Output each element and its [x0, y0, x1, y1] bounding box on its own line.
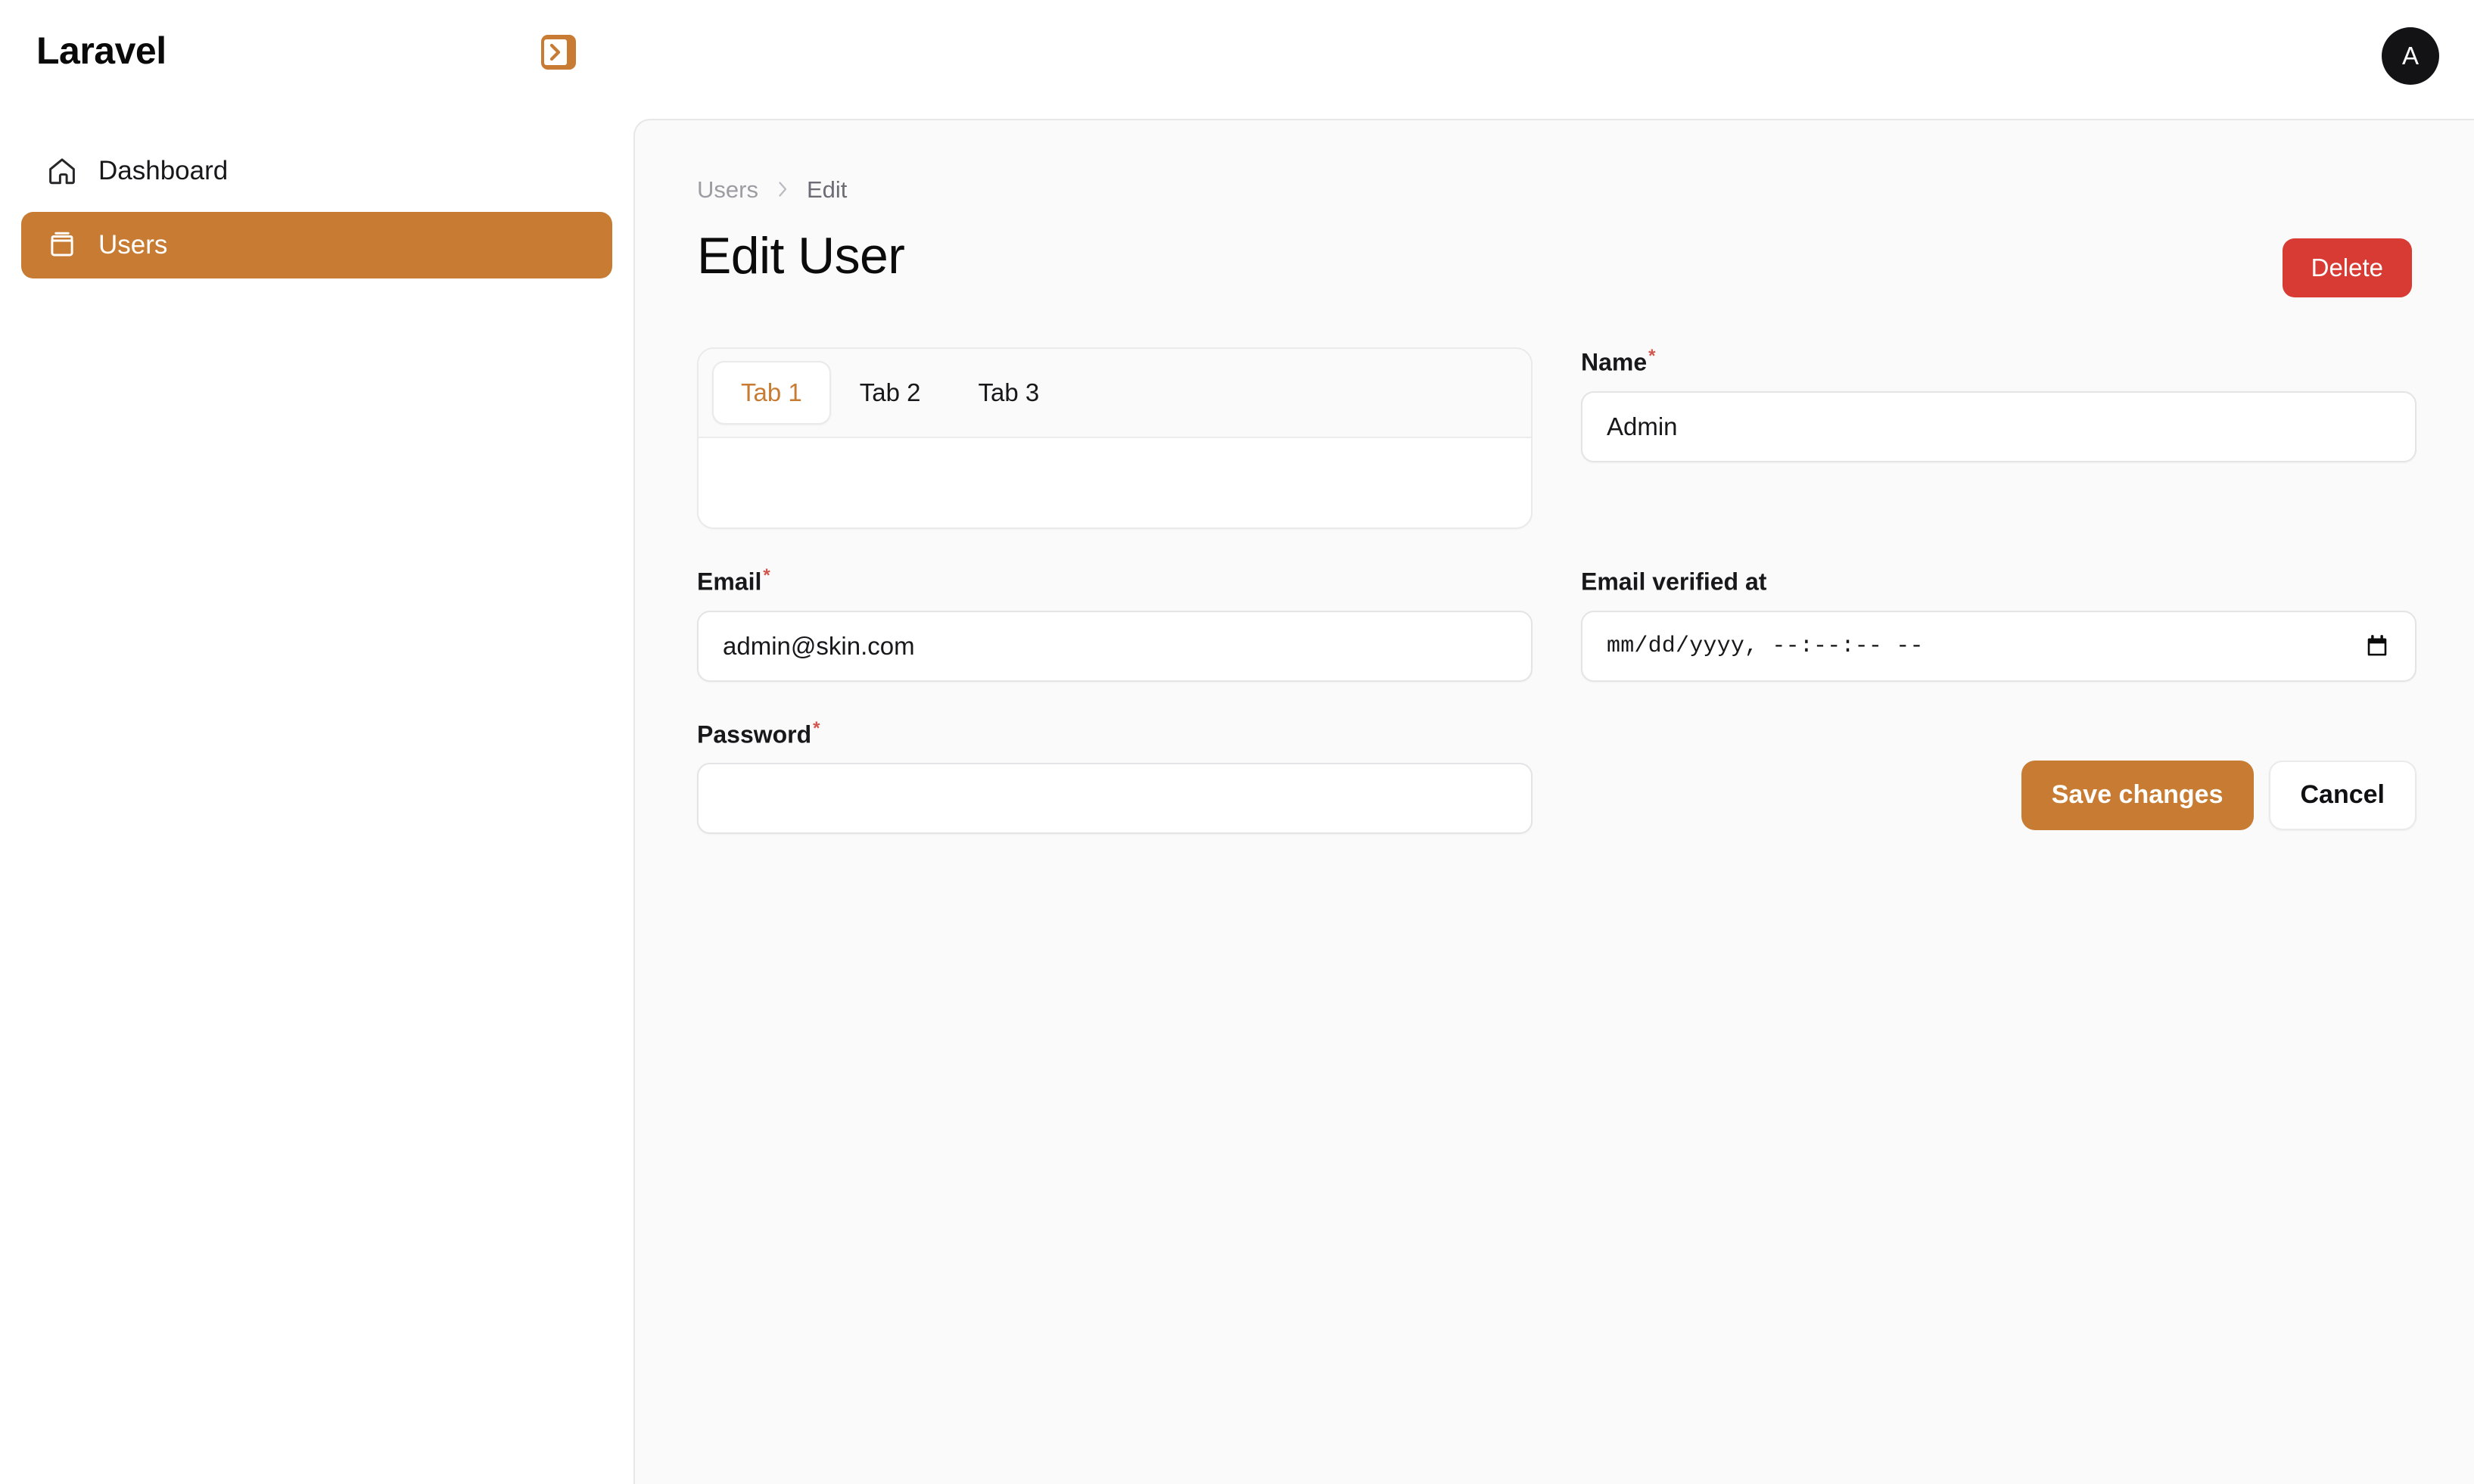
calendar-icon[interactable]: [2365, 633, 2389, 659]
tab-panel-content: [699, 438, 1531, 527]
avatar-initial: A: [2401, 42, 2419, 70]
breadcrumb-current: Edit: [806, 176, 848, 203]
password-field-group: Password*: [697, 717, 1533, 835]
breadcrumb-users-link[interactable]: Users: [697, 178, 758, 201]
chevron-right-icon: [775, 179, 790, 199]
archive-box-icon: [45, 229, 79, 262]
save-changes-button[interactable]: Save changes: [2021, 760, 2254, 830]
required-asterisk: *: [763, 565, 770, 586]
name-input[interactable]: [1581, 390, 2416, 462]
home-icon: [45, 154, 79, 188]
top-bar: Laravel A: [0, 0, 2474, 119]
email-field-group: Email*: [697, 567, 1533, 682]
email-verified-at-label-text: Email verified at: [1581, 568, 1767, 596]
chevron-right-panel-icon: [544, 39, 567, 65]
email-label-text: Email: [697, 568, 762, 596]
sidebar-item-dashboard[interactable]: Dashboard: [21, 138, 612, 204]
sidebar-toggle-button[interactable]: [541, 35, 576, 70]
page-header: Edit User Delete: [697, 229, 2412, 297]
email-verified-at-wrapper: [1581, 610, 2416, 682]
tabs-bar: Tab 1 Tab 2 Tab 3: [699, 349, 1531, 438]
tabs-card-field: Tab 1 Tab 2 Tab 3: [697, 347, 1533, 529]
password-input[interactable]: [697, 763, 1533, 835]
sidebar-item-label: Users: [98, 230, 168, 260]
name-label: Name*: [1581, 347, 1656, 375]
email-verified-at-input[interactable]: [1581, 610, 2416, 682]
page-title: Edit User: [697, 227, 905, 285]
tab-3[interactable]: Tab 3: [949, 361, 1068, 425]
password-label: Password*: [697, 717, 820, 748]
sidebar-item-label: Dashboard: [98, 156, 229, 185]
sidebar-item-users[interactable]: Users: [21, 212, 612, 278]
required-asterisk: *: [1648, 346, 1656, 366]
required-asterisk: *: [813, 717, 820, 739]
sidebar: Dashboard Users: [0, 119, 633, 1484]
breadcrumb: Users Edit: [697, 175, 2412, 204]
email-verified-at-field-group: Email verified at: [1581, 567, 2416, 682]
cancel-button[interactable]: Cancel: [2268, 760, 2416, 830]
email-input[interactable]: [697, 610, 1533, 682]
password-label-text: Password: [697, 720, 812, 748]
brand-logo: Laravel: [36, 30, 166, 72]
delete-button[interactable]: Delete: [2282, 238, 2412, 297]
name-label-text: Name: [1581, 348, 1648, 376]
tabs-card: Tab 1 Tab 2 Tab 3: [697, 347, 1533, 529]
form-actions: Save changes Cancel: [1581, 760, 2416, 830]
tab-1[interactable]: Tab 1: [712, 361, 831, 425]
main-content: Users Edit Edit User Delete Tab 1 Tab 2 …: [633, 119, 2474, 1484]
email-verified-at-label: Email verified at: [1581, 567, 1768, 594]
tab-2[interactable]: Tab 2: [831, 361, 950, 425]
email-label: Email*: [697, 567, 770, 594]
name-field-group: Name*: [1581, 347, 2416, 462]
avatar[interactable]: A: [2382, 27, 2439, 85]
edit-user-form: Tab 1 Tab 2 Tab 3 Name* Email*: [697, 347, 2416, 872]
